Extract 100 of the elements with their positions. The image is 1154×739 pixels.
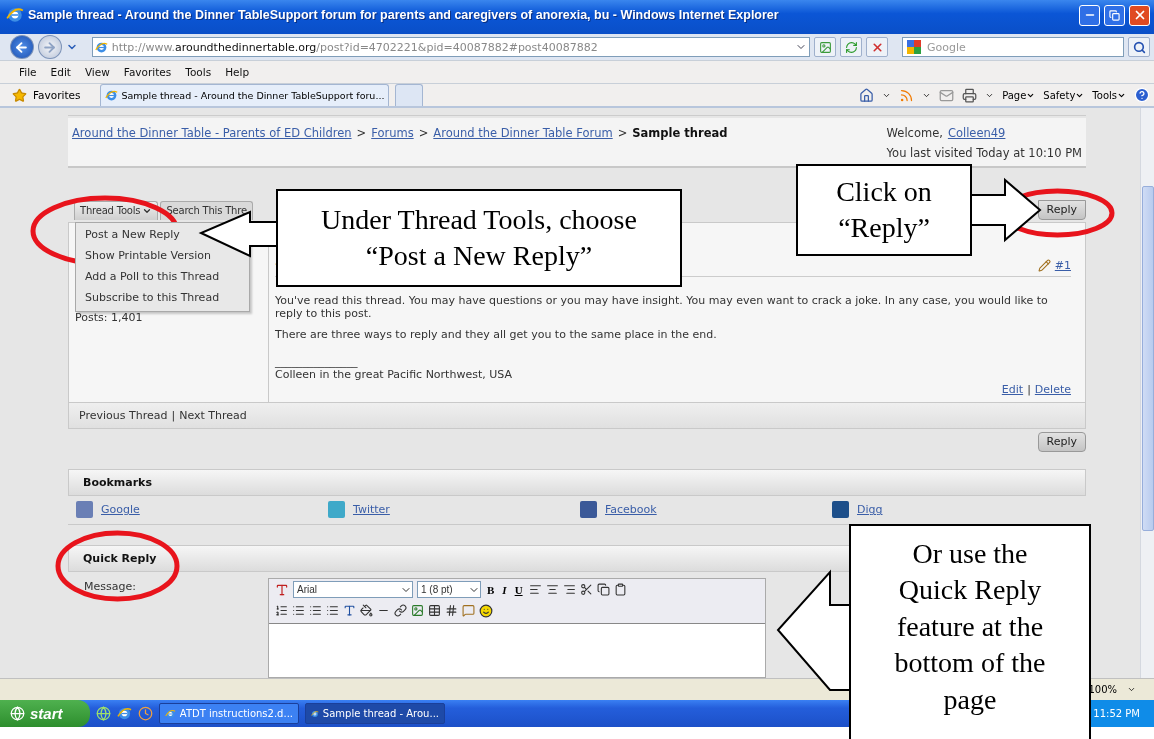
- pencil-icon[interactable]: [1037, 258, 1051, 272]
- copy-icon[interactable]: [596, 583, 610, 596]
- image-icon[interactable]: [411, 604, 424, 617]
- clipboard-icon[interactable]: [613, 583, 627, 596]
- reply-button[interactable]: Reply: [1037, 199, 1086, 220]
- font-select[interactable]: Arial: [293, 581, 413, 598]
- signature-text: Colleen in the great Pacific Northwest, USA: [275, 368, 513, 382]
- restore-button[interactable]: [1104, 4, 1125, 26]
- menu-item[interactable]: Add a Poll to this Thread: [76, 267, 229, 288]
- stop-icon: [870, 40, 884, 54]
- bookmark-link[interactable]: Facebook: [605, 503, 657, 517]
- format-button[interactable]: I: [500, 583, 509, 596]
- help-icon[interactable]: [1134, 87, 1150, 103]
- format-button[interactable]: U: [512, 583, 525, 596]
- callout-text: Under Thread Tools, choose “Post a New Reply”: [320, 202, 638, 273]
- align-left-icon[interactable]: [528, 583, 542, 596]
- bookmark-icon[interactable]: [580, 501, 597, 519]
- stop-button[interactable]: [866, 37, 889, 57]
- printer-icon[interactable]: [962, 87, 978, 103]
- taskbar-item[interactable]: Sample thread - Arou...: [305, 703, 445, 724]
- breadcrumb-separator: >: [418, 125, 429, 142]
- menu-item[interactable]: View: [77, 66, 117, 78]
- search-field[interactable]: Google: [902, 37, 1125, 57]
- smiley-icon[interactable]: [479, 603, 493, 618]
- breadcrumb-link[interactable]: Around the Dinner Table - Parents of ED Children: [72, 125, 352, 158]
- menu-item[interactable]: Subscribe to this Thread: [76, 288, 229, 309]
- star-icon[interactable]: [12, 87, 27, 103]
- globe-icon[interactable]: [96, 706, 111, 721]
- scissors-icon[interactable]: [579, 583, 593, 596]
- message-field[interactable]: [269, 623, 765, 677]
- bookmark-icon[interactable]: [832, 501, 849, 519]
- breadcrumb-link[interactable]: Around the Dinner Table Forum: [433, 125, 613, 158]
- home-icon[interactable]: [859, 87, 875, 103]
- thread-nav-link[interactable]: Previous Thread: [79, 408, 168, 422]
- post-number-link[interactable]: #1: [1054, 258, 1071, 272]
- menu-item[interactable]: Edit: [43, 66, 78, 78]
- compatibility-button[interactable]: [814, 37, 837, 57]
- paint-bucket-icon[interactable]: [360, 604, 373, 617]
- post-paragraph: You've read this thread. You may have questions or you may have insight. You may even want to crack a joke. In any case, you would like to reply to this post.: [275, 294, 1049, 321]
- thread-nav-link[interactable]: Next Thread: [179, 408, 247, 422]
- menu-item[interactable]: File: [12, 66, 44, 78]
- taskbar-item[interactable]: ATDT instructions2.d...: [159, 703, 299, 724]
- menu-item[interactable]: Show Printable Version: [76, 246, 220, 267]
- refresh-icon: [844, 40, 858, 54]
- post-action-link[interactable]: Delete: [1034, 383, 1071, 397]
- restore-icon: [1109, 9, 1120, 21]
- zoom-level[interactable]: 100%: [1088, 684, 1117, 695]
- breadcrumb-separator: >: [617, 125, 628, 142]
- clock-icon[interactable]: [138, 706, 153, 721]
- bookmark-icon[interactable]: [76, 501, 93, 519]
- browser-tab[interactable]: Sample thread - Around the Dinner TableSupport foru...: [100, 84, 390, 106]
- browser-logo-icon: [94, 40, 108, 54]
- breadcrumb-separator: >: [356, 125, 367, 142]
- close-button[interactable]: [1129, 4, 1150, 26]
- post-action-link[interactable]: Edit: [1001, 383, 1024, 397]
- callout-text: Click on “Reply”: [835, 174, 933, 245]
- list-icon[interactable]: [326, 604, 339, 617]
- breadcrumb-link[interactable]: Forums: [371, 125, 414, 158]
- size-select[interactable]: 1 (8 pt): [417, 581, 481, 598]
- search-icon: [1132, 40, 1146, 54]
- align-center-icon[interactable]: [545, 583, 559, 596]
- menu-item[interactable]: Tools: [178, 66, 219, 78]
- bookmark-link[interactable]: Twitter: [353, 503, 390, 517]
- list-icon[interactable]: [309, 604, 322, 617]
- last-visited-text: You last visited Today at 10:10 PM: [886, 145, 1082, 160]
- table-icon[interactable]: [428, 604, 441, 617]
- link-icon[interactable]: [394, 604, 407, 617]
- browser-logo-icon: [165, 707, 176, 720]
- hash-icon[interactable]: [445, 604, 458, 617]
- address-field[interactable]: http://www.aroundthedinnertable.org/post?id=4702221&pid=40087882#post40087882: [91, 37, 811, 57]
- url-text: http://www.: [111, 40, 175, 54]
- minimize-button[interactable]: [1079, 4, 1100, 26]
- favorites-button[interactable]: Favorites: [33, 89, 81, 101]
- bookmark-link[interactable]: Google: [101, 503, 140, 517]
- username-link[interactable]: Colleen49: [947, 125, 1006, 140]
- bullet-list-icon[interactable]: [292, 604, 305, 617]
- command-menu[interactable]: Tools: [1092, 89, 1126, 101]
- browser-logo-icon: [6, 6, 24, 24]
- numbered-list-icon[interactable]: [275, 604, 288, 617]
- text-style-icon[interactable]: [343, 604, 356, 617]
- caret-icon[interactable]: [1127, 685, 1136, 694]
- command-menu[interactable]: Safety: [1043, 89, 1085, 101]
- message-label: Message:: [83, 579, 137, 595]
- window-title: Sample thread - Around the Dinner TableSupport forum for parents and caregivers of anorexia, bu - Windows Internet Explorer: [28, 8, 780, 22]
- align-right-icon[interactable]: [562, 583, 576, 596]
- menu-item[interactable]: Post a New Reply: [76, 225, 189, 246]
- refresh-button[interactable]: [840, 37, 863, 57]
- bookmark-link[interactable]: Digg: [857, 503, 883, 517]
- scrollbar[interactable]: [1140, 108, 1154, 678]
- format-button[interactable]: B: [485, 583, 497, 596]
- search-button[interactable]: [1128, 37, 1150, 57]
- breadcrumb-current: Sample thread: [632, 125, 728, 142]
- post-count: Posts: 1,401: [75, 310, 143, 324]
- font-color-icon[interactable]: [275, 582, 289, 597]
- post-paragraph: There are three ways to reply and they all get you to the same place in the end.: [275, 329, 718, 342]
- command-menu[interactable]: Page: [1002, 89, 1036, 101]
- back-button[interactable]: [10, 35, 34, 59]
- menu-item[interactable]: Help: [218, 66, 257, 78]
- menu-item[interactable]: Favorites: [116, 66, 179, 78]
- reply-button[interactable]: Reply: [1037, 431, 1086, 452]
